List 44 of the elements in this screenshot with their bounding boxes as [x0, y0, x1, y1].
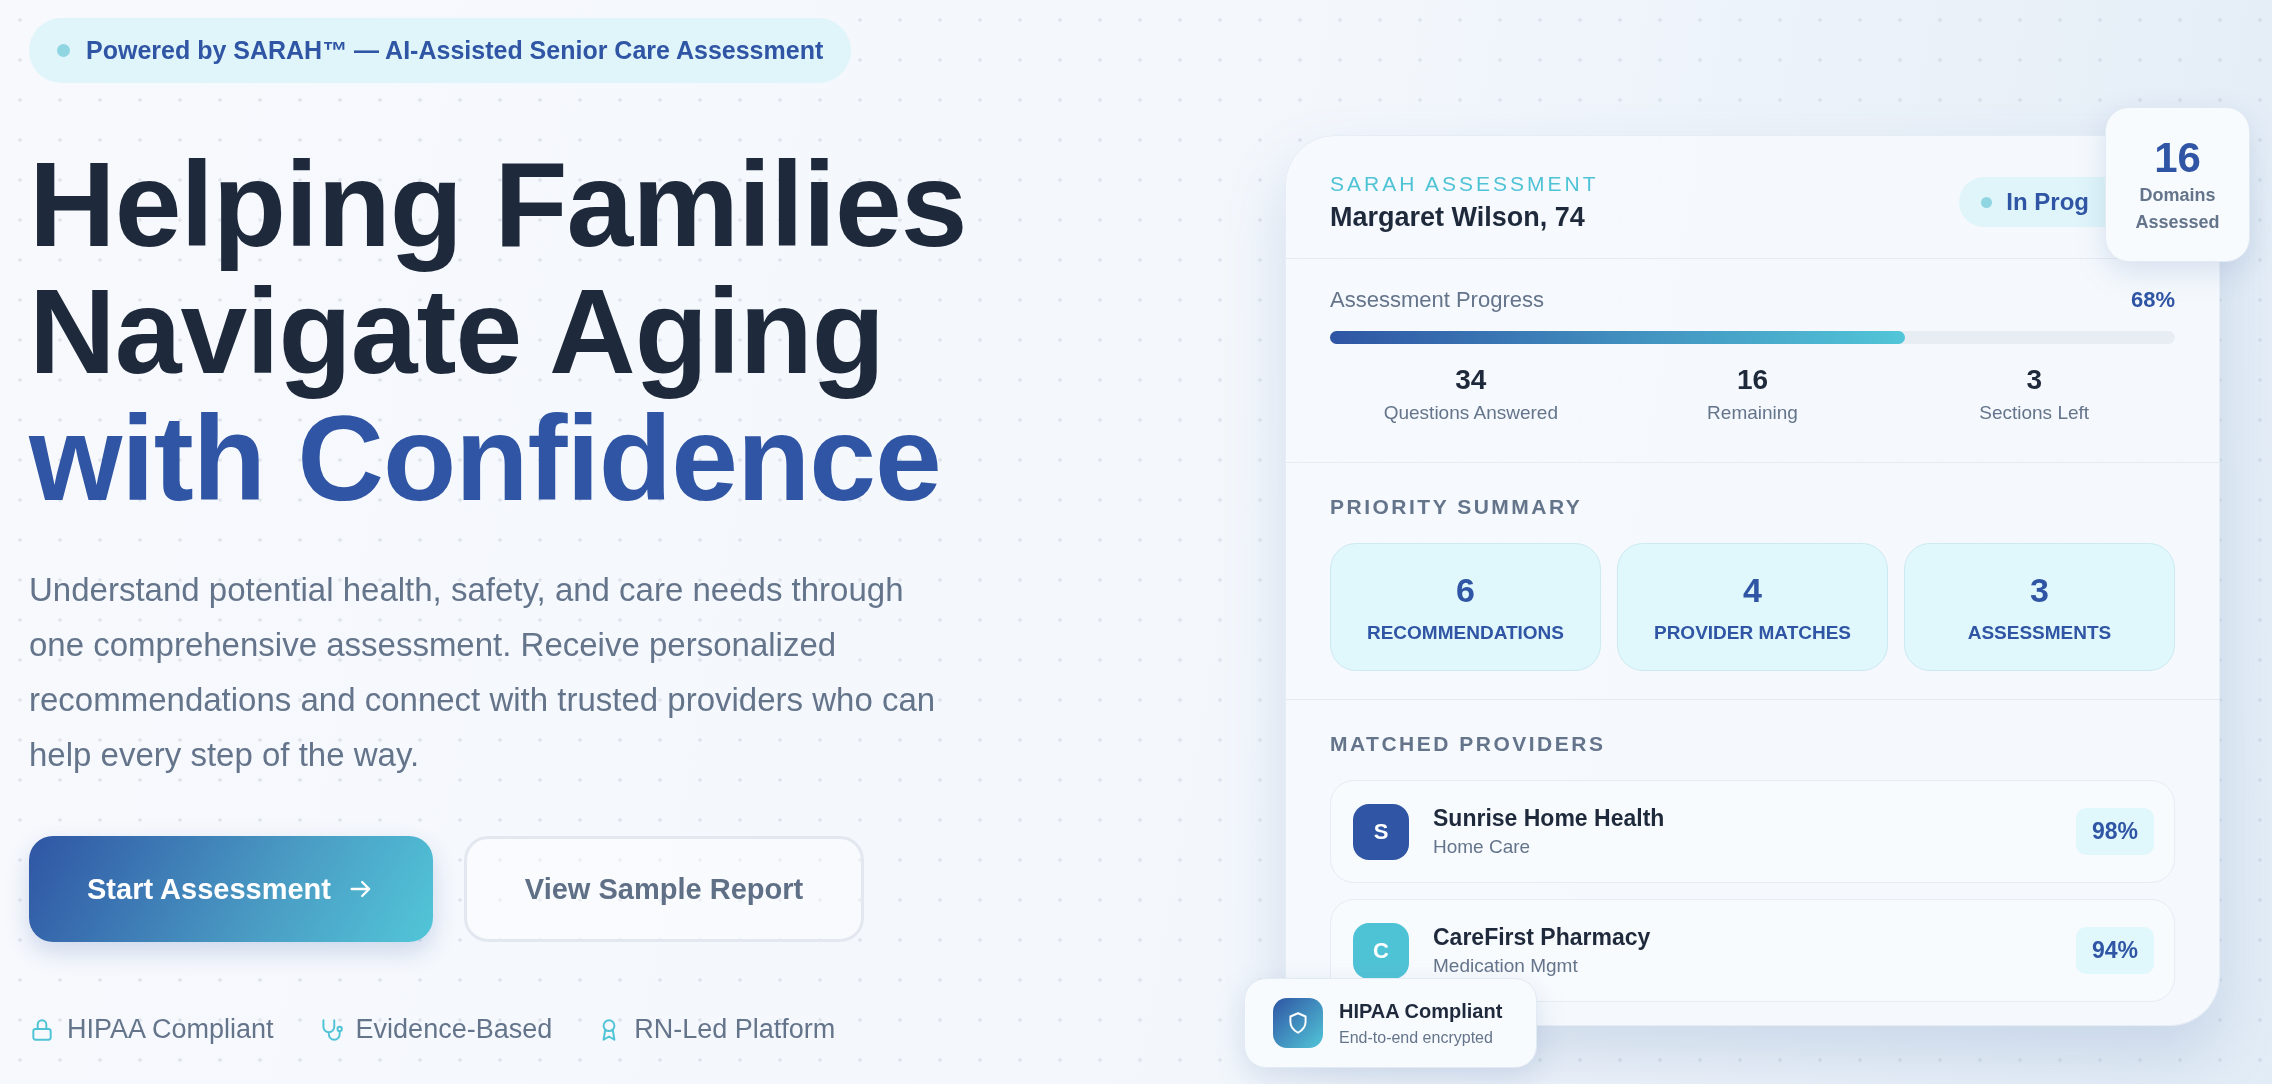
- provider-type: Home Care: [1433, 836, 1532, 858]
- feature-label: RN-Led Platform: [634, 1014, 836, 1045]
- stat-label: Remaining: [1707, 402, 1798, 424]
- domains-value: 16: [2154, 133, 2201, 182]
- stat-label: Sections Left: [1979, 402, 2090, 424]
- provider-avatar: C: [1353, 922, 1409, 979]
- stat-value: 16: [1736, 364, 1769, 396]
- provider-type: Medication Mgmt: [1433, 955, 1579, 977]
- description: Understand potential health, safety, and care needs through one comprehensive assessment. Receive personalized recommendations and connect with trusted providers who can help every step of the way.: [29, 570, 937, 775]
- lock-icon: [29, 1016, 55, 1043]
- provider-avatar: S: [1353, 803, 1409, 860]
- badge-text: Powered by SARAH™ — AI-Assisted Senior Care Assessment: [86, 36, 824, 65]
- section-title: MATCHED PROVIDERS: [1330, 731, 1607, 756]
- status-text: In Prog: [2006, 188, 2089, 216]
- stat-label: Questions Answered: [1383, 402, 1558, 424]
- progress-value: 68%: [2130, 287, 2175, 313]
- stat-value: 34: [1455, 364, 1487, 396]
- tile-value: 4: [1743, 570, 1762, 610]
- provider-row[interactable]: S Sunrise Home Health Home Care 98%: [1330, 780, 2175, 883]
- card-eyebrow: SARAH ASSESSMENT: [1330, 171, 1599, 196]
- tile-value: 6: [1456, 570, 1475, 610]
- match-percent: 94%: [2075, 927, 2154, 974]
- shield-icon: [1273, 998, 1323, 1048]
- view-report-button[interactable]: View Sample Report: [464, 836, 864, 942]
- tile-value: 3: [2030, 570, 2049, 610]
- start-assessment-button[interactable]: Start Assessment: [29, 836, 433, 942]
- stat-value: 3: [2026, 364, 2042, 396]
- match-percent: 98%: [2075, 808, 2154, 855]
- tile-label: PROVIDER MATCHES: [1653, 621, 1852, 644]
- provider-row[interactable]: C CareFirst Pharmacy Medication Mgmt 94%: [1330, 899, 2175, 1002]
- status-dot-icon: [57, 44, 70, 57]
- section-title: PRIORITY SUMMARY: [1330, 494, 1584, 519]
- feature-label: Evidence-Based: [355, 1014, 553, 1045]
- patient-name: Margaret Wilson, 74: [1330, 201, 1586, 233]
- hipaa-subtitle: End-to-end encrypted: [1339, 1028, 1494, 1047]
- hipaa-title: HIPAA Compliant: [1339, 999, 1503, 1023]
- provider-name: CareFirst Pharmacy: [1433, 924, 1652, 951]
- tile-label: RECOMMENDATIONS: [1366, 621, 1564, 644]
- domains-label: Domains Assessed: [2134, 183, 2221, 234]
- feature-label: HIPAA Compliant: [67, 1014, 274, 1045]
- tile-label: ASSESSMENTS: [1967, 621, 2112, 644]
- progress-label: Assessment Progress: [1330, 287, 1544, 313]
- provider-name: Sunrise Home Health: [1433, 805, 1666, 832]
- status-dot-icon: [1981, 196, 1993, 208]
